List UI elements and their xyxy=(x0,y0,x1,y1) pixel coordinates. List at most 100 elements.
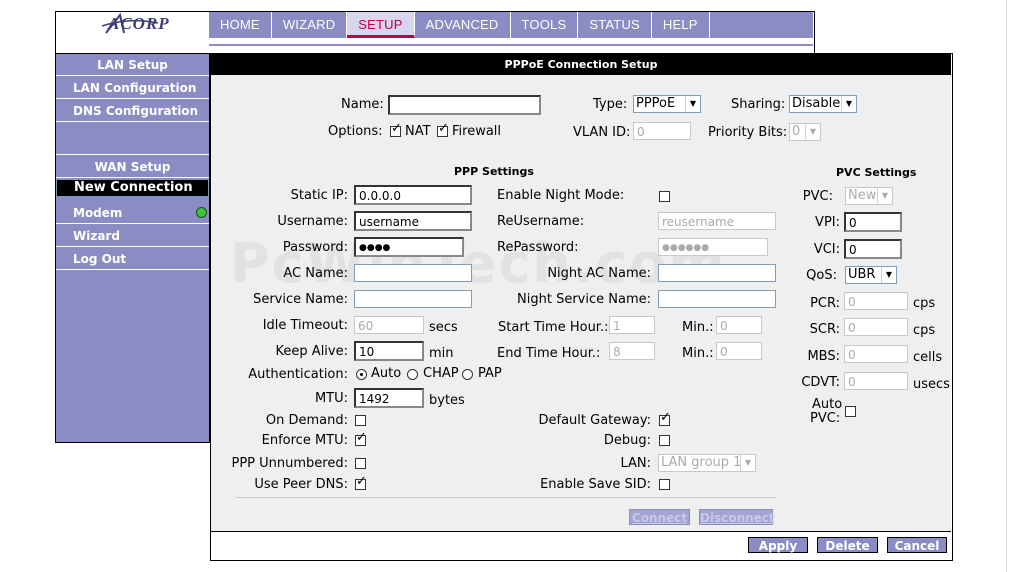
sharing-select-value: Disable xyxy=(792,96,841,111)
username-label: Username: xyxy=(277,214,348,229)
on-demand-label: On Demand: xyxy=(265,413,348,428)
idle-timeout-label: Idle Timeout: xyxy=(262,318,348,333)
lan-group-select[interactable]: LAN group 1 ▼ xyxy=(658,454,756,472)
ppp-unnumbered-label: PPP Unnumbered: xyxy=(231,456,349,471)
nav-help[interactable]: HELP xyxy=(652,12,710,38)
ac-name-input[interactable] xyxy=(354,264,472,282)
sidebar-header-wan: WAN Setup xyxy=(56,156,209,178)
keep-alive-input[interactable]: 10 xyxy=(354,341,424,361)
vpi-label: VPI: xyxy=(815,215,840,230)
sidebar-spacer xyxy=(56,123,209,155)
username-input[interactable]: username xyxy=(354,211,472,231)
auth-auto-label: Auto xyxy=(371,366,402,381)
cdvt-input[interactable]: 0 xyxy=(844,372,908,390)
pvc-select[interactable]: New ▼ xyxy=(845,187,893,205)
sidebar-item-dns-configuration[interactable]: DNS Configuration xyxy=(56,100,209,122)
nav-tools[interactable]: TOOLS xyxy=(511,12,579,38)
ac-name-label: AC Name: xyxy=(283,266,348,281)
auth-auto-radio[interactable] xyxy=(356,369,367,380)
on-demand-checkbox[interactable] xyxy=(355,415,366,426)
night-mode-checkbox[interactable] xyxy=(659,191,670,202)
firewall-checkbox[interactable]: ✓ xyxy=(437,122,449,137)
qos-select-value: UBR xyxy=(848,267,876,282)
lan-label: LAN: xyxy=(620,456,651,471)
cancel-button[interactable]: Cancel xyxy=(887,537,947,553)
sidebar-item-wizard[interactable]: Wizard xyxy=(56,225,209,247)
priority-bits-value: 0 xyxy=(792,124,801,139)
debug-checkbox[interactable] xyxy=(659,435,670,446)
auth-chap-radio[interactable] xyxy=(407,369,418,380)
top-nav: HOME WIZARD SETUP ADVANCED TOOLS STATUS … xyxy=(209,12,813,38)
disconnect-button[interactable]: Disconnect xyxy=(699,509,775,525)
sharing-select[interactable]: Disable ▼ xyxy=(789,95,857,113)
qos-select[interactable]: UBR ▼ xyxy=(845,266,897,284)
type-label: Type: xyxy=(593,97,628,112)
page-title: PPPoE Connection Setup xyxy=(211,54,951,75)
priority-bits-select[interactable]: 0 ▼ xyxy=(789,123,821,141)
password-input[interactable]: ●●●● xyxy=(354,237,464,257)
nav-underline xyxy=(209,44,813,46)
night-ac-name-input[interactable] xyxy=(658,264,776,282)
mtu-input[interactable]: 1492 xyxy=(354,388,424,408)
ppp-unnumbered-checkbox[interactable] xyxy=(355,458,366,469)
repassword-input[interactable]: ●●●●●● xyxy=(658,238,768,256)
end-min-input[interactable]: 0 xyxy=(716,342,762,360)
pvc-select-value: New xyxy=(848,188,877,203)
name-input[interactable] xyxy=(388,95,541,115)
vci-input[interactable]: 0 xyxy=(844,239,902,259)
pcr-label: PCR: xyxy=(810,296,840,311)
vlan-id-input[interactable]: 0 xyxy=(633,122,691,140)
modem-status-icon xyxy=(196,207,207,218)
nav-advanced[interactable]: ADVANCED xyxy=(415,12,511,38)
ppp-separator xyxy=(236,497,776,498)
start-hour-label: Start Time Hour.: xyxy=(498,320,609,335)
delete-button[interactable]: Delete xyxy=(817,537,878,553)
start-hour-input[interactable]: 1 xyxy=(609,316,655,334)
logo: ACORP xyxy=(108,14,170,33)
save-sid-checkbox[interactable] xyxy=(659,479,670,490)
enforce-mtu-checkbox[interactable]: ✓ xyxy=(355,431,367,446)
start-min-label: Min.: xyxy=(682,320,714,335)
check-icon: ✓ xyxy=(660,410,671,425)
nav-setup[interactable]: SETUP xyxy=(347,12,415,38)
mbs-input[interactable]: 0 xyxy=(844,345,908,363)
vpi-input[interactable]: 0 xyxy=(844,212,902,232)
sidebar-item-log-out[interactable]: Log Out xyxy=(56,248,209,270)
check-icon: ✓ xyxy=(438,121,449,136)
start-min-input[interactable]: 0 xyxy=(716,316,762,334)
auto-pvc-checkbox[interactable] xyxy=(845,406,856,417)
auto-pvc-label: Auto xyxy=(812,397,843,412)
sidebar-item-label: Modem xyxy=(73,206,123,220)
apply-button[interactable]: Apply xyxy=(748,537,808,553)
sidebar-item-modem[interactable]: Modem xyxy=(56,202,209,224)
auth-pap-label: PAP xyxy=(478,366,502,381)
vertical-scrollbar[interactable] xyxy=(1006,0,1022,572)
reusername-label: ReUsername: xyxy=(497,214,585,229)
nat-checkbox[interactable]: ✓ xyxy=(390,122,402,137)
night-service-name-input[interactable] xyxy=(658,290,776,308)
service-name-input[interactable] xyxy=(354,290,472,308)
pvc-settings-title: PVC Settings xyxy=(836,166,917,179)
type-select[interactable]: PPPoE ▼ xyxy=(633,95,701,113)
vlan-id-label: VLAN ID: xyxy=(573,125,631,140)
nav-wizard[interactable]: WIZARD xyxy=(272,12,348,38)
authentication-label: Authentication: xyxy=(248,367,348,382)
nav-status[interactable]: STATUS xyxy=(578,12,652,38)
end-hour-input[interactable]: 8 xyxy=(609,342,655,360)
reusername-input[interactable]: reusername xyxy=(658,212,776,230)
idle-timeout-input[interactable]: 60 xyxy=(354,316,424,334)
sidebar-header-lan: LAN Setup xyxy=(56,54,209,76)
sidebar-item-lan-configuration[interactable]: LAN Configuration xyxy=(56,77,209,99)
pcr-input[interactable]: 0 xyxy=(844,292,908,310)
sidebar-item-new-connection[interactable]: New Connection xyxy=(56,179,209,197)
scr-label: SCR: xyxy=(809,322,840,337)
static-ip-input[interactable]: 0.0.0.0 xyxy=(354,185,472,205)
connect-button[interactable]: Connect xyxy=(629,509,690,525)
scr-input[interactable]: 0 xyxy=(844,318,908,336)
default-gateway-checkbox[interactable]: ✓ xyxy=(659,411,671,426)
use-peer-dns-label: Use Peer DNS: xyxy=(254,477,348,492)
auth-pap-radio[interactable] xyxy=(462,369,473,380)
auth-chap-label: CHAP xyxy=(423,366,459,381)
nav-home[interactable]: HOME xyxy=(209,12,272,38)
use-peer-dns-checkbox[interactable]: ✓ xyxy=(355,475,367,490)
